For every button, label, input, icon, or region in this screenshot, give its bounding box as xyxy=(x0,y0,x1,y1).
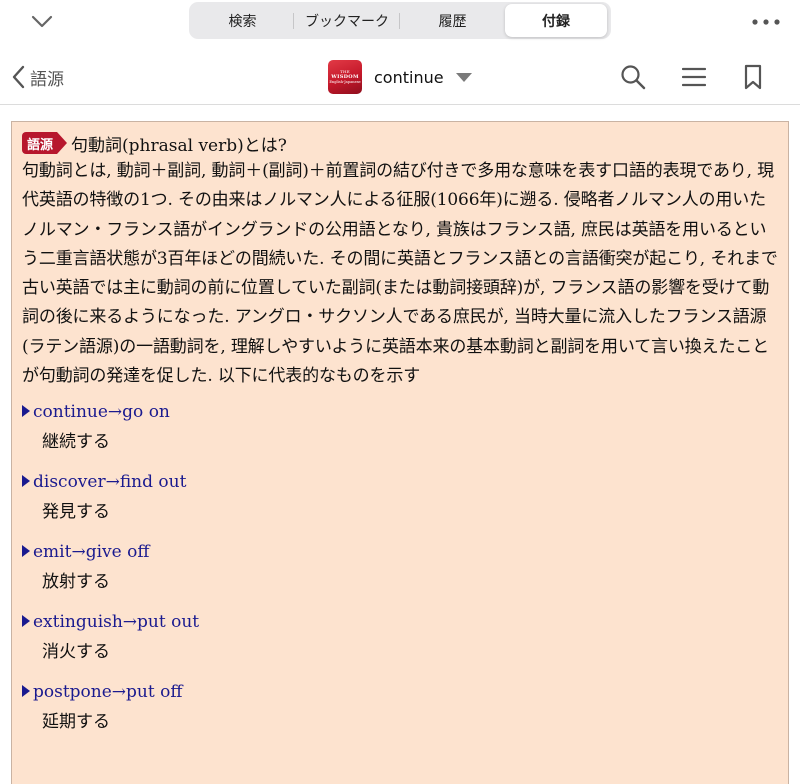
collapse-button[interactable] xyxy=(26,6,58,38)
tab-search[interactable]: 検索 xyxy=(191,4,294,37)
page-title: continue xyxy=(374,67,444,87)
menu-icon xyxy=(682,67,706,87)
triangle-right-icon xyxy=(22,685,30,698)
entry-meaning: 消火する xyxy=(42,642,110,663)
navigation-bar: 語源 THE WISDOM English-Japanese continue xyxy=(0,50,800,105)
tab-appendix[interactable]: 付録 xyxy=(505,4,607,37)
entry-term: extinguish→put out xyxy=(33,612,200,633)
phrasal-verb-list: continue→go on 継続する discover→find out 発見… xyxy=(22,397,778,737)
entry-link[interactable]: discover→find out xyxy=(22,467,778,497)
entry-meaning: 放射する xyxy=(42,572,110,593)
app-logo: THE WISDOM English-Japanese xyxy=(328,60,362,94)
bookmark-button[interactable] xyxy=(738,62,768,92)
more-icon xyxy=(752,19,780,25)
entry-link[interactable]: extinguish→put out xyxy=(22,607,778,637)
chevron-left-icon xyxy=(12,65,25,89)
menu-button[interactable] xyxy=(679,62,709,92)
article-title: 句動詞(phrasal verb)とは? xyxy=(71,135,287,156)
triangle-right-icon xyxy=(22,405,30,418)
list-item: extinguish→put out 消火する xyxy=(22,607,778,667)
list-item: emit→give off 放射する xyxy=(22,537,778,597)
top-tab-bar: 検索 ブックマーク 履歴 付録 xyxy=(0,0,800,46)
list-item: discover→find out 発見する xyxy=(22,467,778,527)
entry-link[interactable]: postpone→put off xyxy=(22,677,778,707)
dictionary-selector[interactable]: THE WISDOM English-Japanese continue xyxy=(328,60,472,94)
entry-link[interactable]: continue→go on xyxy=(22,397,778,427)
segmented-control: 検索 ブックマーク 履歴 付録 xyxy=(189,2,611,39)
triangle-right-icon xyxy=(22,475,30,488)
back-button[interactable]: 語源 xyxy=(12,62,64,92)
search-icon xyxy=(621,65,646,90)
article-body: 句動詞とは, 動詞＋副詞, 動詞＋(副詞)＋前置詞の結び付きで多用な意味を表す口… xyxy=(22,161,778,387)
triangle-right-icon xyxy=(22,615,30,628)
entry-meaning: 発見する xyxy=(42,502,110,523)
more-button[interactable] xyxy=(746,6,786,38)
chevron-down-icon xyxy=(31,15,53,28)
etymology-panel: 語源 句動詞(phrasal verb)とは? 句動詞とは, 動詞＋副詞, 動詞… xyxy=(11,121,789,784)
search-button[interactable] xyxy=(618,62,648,92)
caret-down-icon xyxy=(455,72,472,82)
tab-bookmarks[interactable]: ブックマーク xyxy=(294,4,400,37)
list-item: continue→go on 継続する xyxy=(22,397,778,457)
back-label: 語源 xyxy=(30,69,64,90)
list-item: postpone→put off 延期する xyxy=(22,677,778,737)
bookmark-icon xyxy=(744,64,762,90)
entry-link[interactable]: emit→give off xyxy=(22,537,778,567)
triangle-right-icon xyxy=(22,545,30,558)
entry-meaning: 延期する xyxy=(42,712,110,733)
etymology-tag: 語源 xyxy=(22,132,68,154)
entry-term: continue→go on xyxy=(33,402,170,423)
entry-meaning: 継続する xyxy=(42,432,110,453)
logo-line-3: English-Japanese xyxy=(329,80,361,85)
entry-term: discover→find out xyxy=(33,472,187,493)
entry-term: postpone→put off xyxy=(33,682,183,703)
article-heading: 語源 句動詞(phrasal verb)とは? xyxy=(22,130,778,156)
entry-term: emit→give off xyxy=(33,542,150,563)
tab-history[interactable]: 履歴 xyxy=(400,4,505,37)
